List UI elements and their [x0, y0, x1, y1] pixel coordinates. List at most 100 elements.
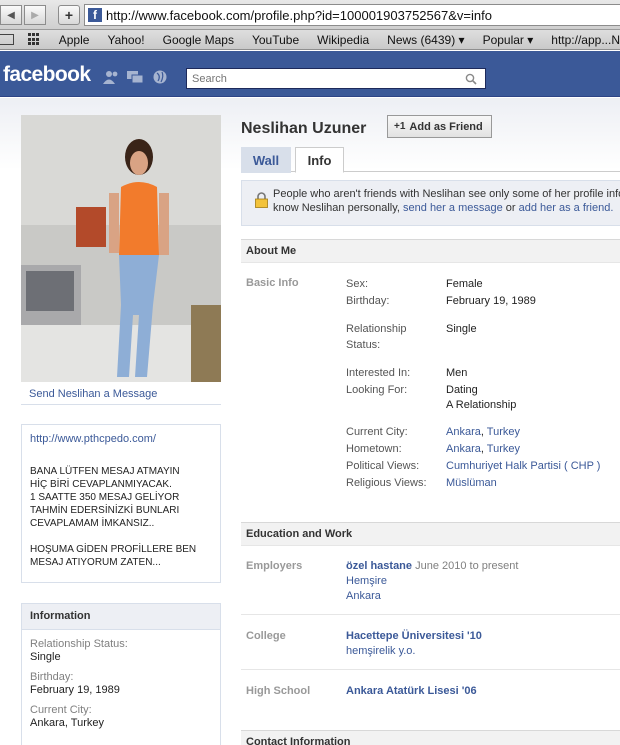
address-bar[interactable]: f http://www.facebook.com/profile.php?id…	[84, 4, 620, 26]
bookmark-news[interactable]: News (6439) ▾	[387, 33, 464, 47]
profile-picture[interactable]	[21, 115, 221, 382]
bookmarks-bar: Apple Yahoo! Google Maps YouTube Wikiped…	[0, 30, 620, 50]
privacy-text: know Neslihan personally,	[273, 202, 404, 214]
top-sites-grid-icon[interactable]	[27, 33, 41, 46]
back-arrow-icon: ◀	[7, 9, 15, 21]
bookmark-youtube[interactable]: YouTube	[252, 33, 299, 47]
country-link[interactable]: Turkey	[487, 426, 520, 438]
interested-in-label: Interested In:	[346, 367, 411, 379]
tab-wall[interactable]: Wall	[241, 147, 291, 173]
sex-label: Sex:	[346, 278, 369, 290]
hometown-country-link[interactable]: Turkey	[487, 443, 520, 455]
add-as-friend-button[interactable]: +1 Add as Friend	[387, 115, 492, 138]
profile-name: Neslihan Uzuner	[241, 120, 367, 137]
facebook-header: facebook	[0, 51, 620, 97]
bookmark-popular[interactable]: Popular ▾	[483, 33, 534, 47]
looking-for-label: Looking For:	[346, 384, 408, 396]
political-views-label: Political Views:	[346, 460, 420, 472]
high-school-link[interactable]: Ankara Atatürk Lisesi '06	[346, 685, 477, 697]
college-link[interactable]: Hacettepe Üniversitesi '10	[346, 630, 482, 642]
privacy-notice: People who aren't friends with Neslihan …	[241, 180, 620, 226]
lock-icon	[255, 192, 268, 208]
facebook-logo[interactable]: facebook	[3, 63, 91, 87]
search-icon[interactable]	[465, 73, 477, 85]
looking-for-item: Dating	[446, 384, 478, 396]
employer-dates: June 2010 to present	[415, 560, 519, 572]
sex-value: Female	[446, 278, 483, 290]
college-label: College	[246, 630, 286, 642]
contact-information-header: Contact Information	[241, 730, 620, 745]
current-city-label: Current City:	[346, 426, 408, 438]
city-link[interactable]: Ankara	[446, 426, 481, 438]
bio-text: BANA LÜTFEN MESAJ ATMAYIN HİÇ BİRİ CEVAP…	[30, 466, 197, 568]
send-message-link[interactable]: Send Neslihan a Message	[29, 388, 157, 400]
relationship-label-line: Status:	[346, 339, 381, 351]
privacy-or: or	[502, 202, 519, 214]
bookmark-yahoo[interactable]: Yahoo!	[107, 33, 144, 47]
notifications-globe-icon[interactable]	[152, 70, 168, 84]
interested-in-value: Men	[446, 367, 468, 379]
add-her-friend-link[interactable]: add her as a friend.	[519, 202, 614, 214]
messages-icon[interactable]	[127, 70, 143, 84]
plus-icon: +	[64, 7, 74, 23]
looking-for-item: A Relationship	[446, 399, 517, 411]
information-header: Information	[22, 604, 220, 630]
hometown-label: Hometown:	[346, 443, 402, 455]
looking-for-value: Dating A Relationship	[446, 383, 516, 413]
employer-link[interactable]: özel hastane	[346, 560, 412, 572]
browser-toolbar: ◀ ▶ + f http://www.facebook.com/profile.…	[0, 0, 620, 30]
relationship-value: Single	[446, 323, 477, 335]
bookmarks-book-icon[interactable]	[0, 34, 14, 45]
info-label: Relationship Status:	[30, 638, 128, 650]
row-divider	[241, 669, 620, 670]
info-value: February 19, 1989	[30, 684, 120, 696]
basic-info-label: Basic Info	[246, 277, 299, 289]
bookmark-apple[interactable]: Apple	[59, 33, 90, 47]
about-me-header: About Me	[241, 239, 620, 263]
search-input[interactable]	[187, 72, 457, 85]
info-row-birthday: Birthday: February 19, 1989	[22, 671, 220, 696]
religious-views-link[interactable]: Müslüman	[446, 477, 497, 489]
hometown-value: Ankara, Turkey	[446, 443, 520, 455]
tab-info[interactable]: Info	[295, 147, 344, 173]
url-text[interactable]: http://www.facebook.com/profile.php?id=1…	[106, 8, 492, 23]
add-friend-icon: +1	[394, 121, 406, 132]
hometown-city-link[interactable]: Ankara	[446, 443, 481, 455]
college-entry: Hacettepe Üniversitesi '10	[346, 630, 482, 642]
political-views-value: Cumhuriyet Halk Partisi ( CHP )	[446, 459, 600, 474]
info-label: Birthday:	[30, 671, 74, 683]
birthday-value: February 19, 1989	[446, 295, 536, 307]
privacy-line-1: People who aren't friends with Neslihan …	[273, 188, 620, 200]
high-school-label: High School	[246, 685, 311, 697]
bookmark-wikipedia[interactable]: Wikipedia	[317, 33, 369, 47]
employer-city-link[interactable]: Ankara	[346, 590, 381, 602]
info-label: Current City:	[30, 704, 92, 716]
political-views-link[interactable]: Cumhuriyet Halk Partisi ( CHP )	[446, 460, 600, 472]
friend-requests-icon[interactable]	[103, 70, 119, 84]
high-school-entry: Ankara Atatürk Lisesi '06	[346, 685, 477, 697]
add-bookmark-button[interactable]: +	[58, 5, 80, 25]
forward-button[interactable]: ▶	[24, 5, 46, 25]
religious-views-label: Religious Views:	[346, 477, 427, 489]
college-concentration-link[interactable]: hemşirelik y.o.	[346, 645, 415, 657]
back-button[interactable]: ◀	[0, 5, 22, 25]
current-city-value: Ankara, Turkey	[446, 426, 520, 438]
birthday-label: Birthday:	[346, 295, 390, 307]
bio-box: http://www.pthcpedo.com/ BANA LÜTFEN MES…	[21, 424, 221, 583]
relationship-label: Relationship Status:	[346, 322, 407, 352]
profile-photo-image	[21, 115, 221, 382]
privacy-line-2: know Neslihan personally, send her a mes…	[273, 201, 620, 215]
employer-entry: özel hastane June 2010 to present	[346, 560, 518, 572]
employers-label: Employers	[246, 560, 303, 572]
add-friend-label: Add as Friend	[409, 120, 483, 133]
send-her-message-link[interactable]: send her a message	[403, 202, 503, 214]
bookmark-app[interactable]: http://app...N	[551, 33, 620, 47]
row-divider	[241, 614, 620, 615]
employer-position-link[interactable]: Hemşire	[346, 575, 387, 587]
forward-arrow-icon: ▶	[31, 9, 39, 21]
info-value: Ankara, Turkey	[30, 717, 104, 729]
religious-views-value: Müslüman	[446, 476, 497, 491]
bio-website-link[interactable]: http://www.pthcpedo.com/	[30, 433, 212, 445]
info-row-current-city: Current City: Ankara, Turkey	[22, 704, 220, 729]
bookmark-google-maps[interactable]: Google Maps	[163, 33, 234, 47]
